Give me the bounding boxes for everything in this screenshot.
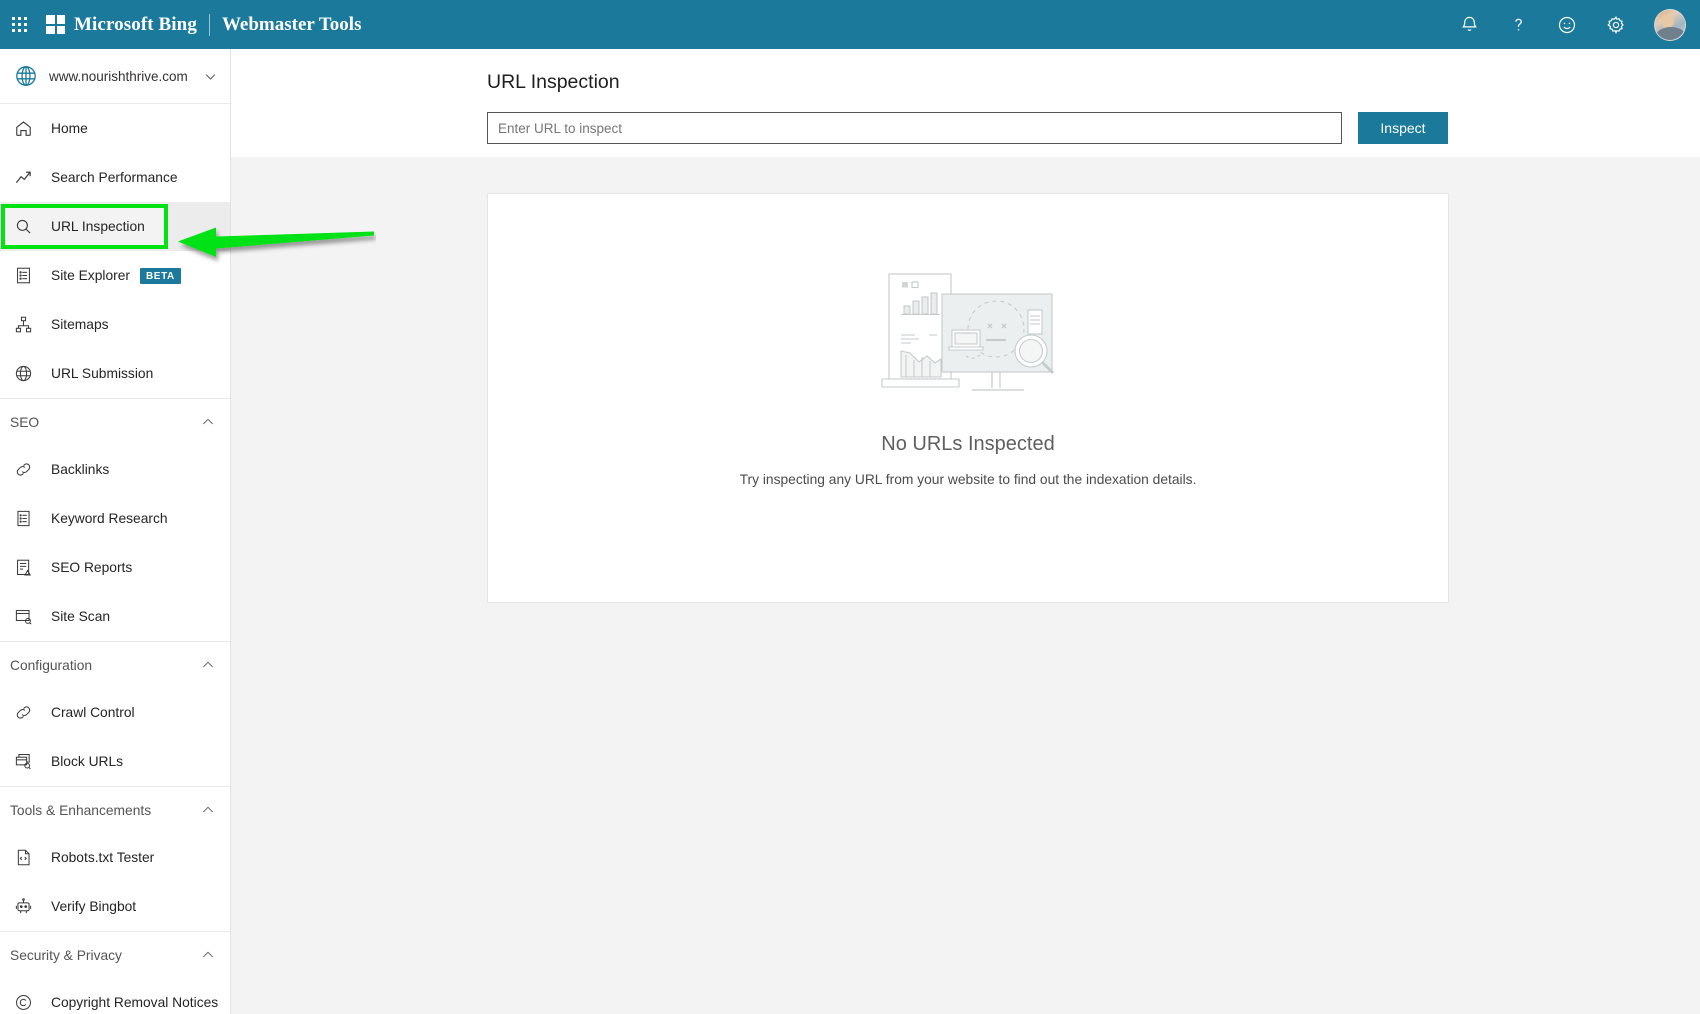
sidebar-item-robots-txt-tester[interactable]: Robots.txt Tester: [0, 833, 230, 882]
left-sidebar: www.nourishthrive.com Home Search Perfor…: [0, 49, 231, 1014]
link-icon: [14, 703, 33, 722]
main-content: URL Inspection Inspect: [231, 49, 1700, 1014]
report-warning-icon: [14, 558, 33, 577]
sidebar-item-label: Robots.txt Tester: [51, 850, 154, 865]
feedback-icon[interactable]: [1556, 14, 1578, 36]
sidebar-item-label: Crawl Control: [51, 705, 135, 720]
sidebar-item-label: Copyright Removal Notices: [51, 995, 218, 1010]
sidebar-group-configuration[interactable]: Configuration: [0, 641, 230, 688]
copyright-icon: [14, 993, 33, 1012]
clipboard-icon: [14, 509, 33, 528]
sidebar-item-label: Search Performance: [51, 170, 178, 185]
sidebar-group-tools-enhancements[interactable]: Tools & Enhancements: [0, 786, 230, 833]
page-title: URL Inspection: [487, 71, 1700, 94]
page-header: URL Inspection Inspect: [231, 49, 1700, 157]
document-list-icon: [14, 266, 33, 285]
browser-scan-icon: [14, 607, 33, 626]
product-name[interactable]: Webmaster Tools: [222, 14, 362, 36]
empty-state-subtitle: Try inspecting any URL from your website…: [740, 472, 1197, 487]
sidebar-item-url-inspection[interactable]: URL Inspection: [0, 202, 230, 251]
sidebar-item-home[interactable]: Home: [0, 104, 230, 153]
sidebar-item-label: Site Scan: [51, 609, 110, 624]
trending-up-icon: [14, 168, 33, 187]
sidebar-item-backlinks[interactable]: Backlinks: [0, 445, 230, 494]
notifications-icon[interactable]: [1458, 14, 1480, 36]
chevron-up-icon[interactable]: [200, 802, 216, 818]
sidebar-item-label: Site Explorer: [51, 268, 130, 283]
sitemap-icon: [14, 315, 33, 334]
sidebar-item-verify-bingbot[interactable]: Verify Bingbot: [0, 882, 230, 931]
chevron-down-icon[interactable]: [203, 69, 218, 84]
sidebar-group-security-privacy[interactable]: Security & Privacy: [0, 931, 230, 978]
sidebar-item-crawl-control[interactable]: Crawl Control: [0, 688, 230, 737]
empty-state-card: No URLs Inspected Try inspecting any URL…: [487, 193, 1449, 603]
site-selector[interactable]: www.nourishthrive.com: [0, 49, 230, 104]
sidebar-item-label: Sitemaps: [51, 317, 109, 332]
brand-divider: [209, 14, 210, 36]
sidebar-item-label: Verify Bingbot: [51, 899, 136, 914]
search-icon: [14, 217, 33, 236]
beta-badge: BETA: [140, 268, 181, 284]
sidebar-item-site-explorer[interactable]: Site Explorer BETA: [0, 251, 230, 300]
sidebar-group-title: Tools & Enhancements: [10, 803, 200, 818]
block-scan-icon: [14, 752, 33, 771]
microsoft-logo-icon: [46, 15, 65, 34]
home-icon: [14, 119, 33, 138]
header-actions: [1458, 9, 1700, 41]
sidebar-group-title: Security & Privacy: [10, 948, 200, 963]
inspect-button[interactable]: Inspect: [1358, 112, 1448, 144]
chevron-up-icon[interactable]: [200, 414, 216, 430]
sidebar-item-label: URL Inspection: [51, 219, 145, 234]
help-icon[interactable]: [1507, 14, 1529, 36]
sidebar-item-seo-reports[interactable]: SEO Reports: [0, 543, 230, 592]
chevron-up-icon[interactable]: [200, 947, 216, 963]
top-header-bar: Microsoft Bing Webmaster Tools: [0, 0, 1700, 49]
no-data-monitor-illustration: [868, 252, 1068, 407]
sidebar-item-label: Keyword Research: [51, 511, 168, 526]
sidebar-group-seo[interactable]: SEO: [0, 398, 230, 445]
url-inspect-form: Inspect: [487, 112, 1700, 144]
sidebar-item-keyword-research[interactable]: Keyword Research: [0, 494, 230, 543]
brand-name[interactable]: Microsoft Bing: [74, 14, 197, 36]
sidebar-item-label: Block URLs: [51, 754, 123, 769]
user-avatar[interactable]: [1654, 9, 1686, 41]
sidebar-item-label: SEO Reports: [51, 560, 132, 575]
file-code-icon: [14, 848, 33, 867]
url-input[interactable]: [487, 112, 1342, 144]
sidebar-item-label: Backlinks: [51, 462, 109, 477]
sidebar-group-title: Configuration: [10, 658, 200, 673]
sidebar-item-copyright-removal-notices[interactable]: Copyright Removal Notices: [0, 978, 230, 1014]
globe-grid-icon: [14, 364, 33, 383]
sidebar-item-site-scan[interactable]: Site Scan: [0, 592, 230, 641]
site-name-label: www.nourishthrive.com: [49, 69, 203, 84]
globe-icon: [14, 64, 38, 88]
sidebar-item-label: URL Submission: [51, 366, 153, 381]
settings-icon[interactable]: [1605, 14, 1627, 36]
app-grid-icon[interactable]: [12, 17, 28, 33]
sidebar-group-title: SEO: [10, 415, 200, 430]
chevron-up-icon[interactable]: [200, 657, 216, 673]
sidebar-item-search-performance[interactable]: Search Performance: [0, 153, 230, 202]
sidebar-item-sitemaps[interactable]: Sitemaps: [0, 300, 230, 349]
sidebar-item-url-submission[interactable]: URL Submission: [0, 349, 230, 398]
sidebar-item-label: Home: [51, 121, 88, 136]
link-icon: [14, 460, 33, 479]
empty-state-title: No URLs Inspected: [881, 433, 1054, 456]
robot-icon: [14, 897, 33, 916]
sidebar-item-block-urls[interactable]: Block URLs: [0, 737, 230, 786]
